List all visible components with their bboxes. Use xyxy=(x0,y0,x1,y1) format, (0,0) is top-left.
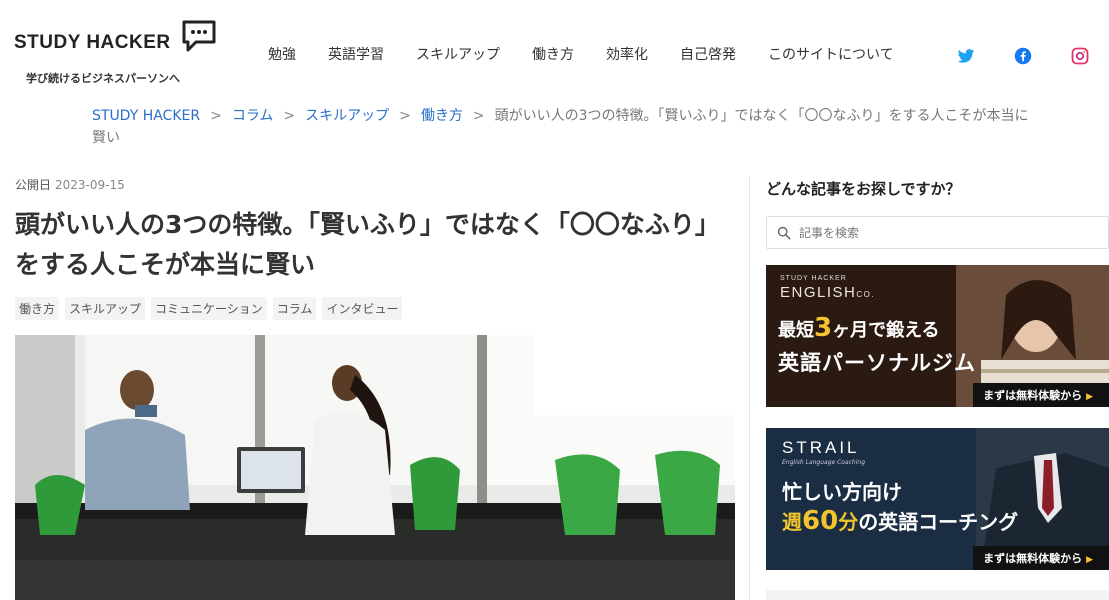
search-icon xyxy=(777,226,791,239)
breadcrumb: STUDY HACKER > コラム > スキルアップ > 働き方 > 頭がいい人の3つの特徴。… xyxy=(92,105,1032,149)
tag-skillup[interactable]: スキルアップ xyxy=(65,297,146,320)
nav-item-study[interactable]: 勉強 xyxy=(268,44,296,64)
instagram-icon[interactable] xyxy=(1070,46,1090,66)
banner1-brand: ENGLISHCO. xyxy=(780,284,876,301)
banner-english-company[interactable]: STUDY HACKER ENGLISHCO. 最短3ヶ月で鍛える 英語パーソナ… xyxy=(766,265,1109,407)
nav-item-about[interactable]: このサイトについて xyxy=(768,44,894,64)
publish-date-label: 公開日 xyxy=(15,178,52,192)
article-title: 頭がいい人の3つの特徴。「賢いふり」ではなく「〇〇なふり」をする人こそが本当に賢… xyxy=(15,210,720,279)
sidebar-heading: どんな記事をお探しですか？ xyxy=(766,180,961,198)
column-divider xyxy=(749,176,750,600)
facebook-icon[interactable] xyxy=(1013,46,1033,66)
nav-item-english[interactable]: 英語学習 xyxy=(328,44,384,64)
banner-strail[interactable]: STRAIL English Language Coaching 忙しい方向け … xyxy=(766,428,1109,570)
tag-interview[interactable]: インタビュー xyxy=(322,297,403,320)
logo-text: STUDY HACKER xyxy=(14,32,171,53)
banner2-headline: 忙しい方向け xyxy=(782,480,902,504)
banner1-cta[interactable]: まずは無料体験から xyxy=(973,383,1109,407)
banner-placeholder[interactable] xyxy=(766,590,1109,600)
article-tags: 働き方 スキルアップ コミュニケーション コラム インタビュー xyxy=(15,297,735,320)
breadcrumb-skillup[interactable]: スキルアップ xyxy=(305,108,389,124)
publish-date-value: 2023-09-15 xyxy=(55,178,125,192)
site-header: STUDY HACKER 学び続けるビジネスパーソンへ 勉強 英語学習 スキルア… xyxy=(0,0,1109,95)
search-box[interactable] xyxy=(766,216,1109,249)
nav-item-efficiency[interactable]: 効率化 xyxy=(606,44,648,64)
banner1-brand-small: STUDY HACKER xyxy=(780,275,847,282)
tag-communication[interactable]: コミュニケーション xyxy=(151,297,267,320)
sidebar: どんな記事をお探しですか？ STUDY HACKER ENGLISHCO. 最短… xyxy=(766,178,1109,600)
breadcrumb-separator: > xyxy=(210,108,222,124)
banner2-subheadline: 週60分の英語コーチング xyxy=(782,506,1019,536)
main-nav: 勉強 英語学習 スキルアップ 働き方 効率化 自己啓発 このサイトについて xyxy=(268,44,894,64)
hero-image xyxy=(15,335,735,600)
breadcrumb-separator: > xyxy=(472,108,485,124)
speech-bubble-icon xyxy=(182,20,216,52)
search-input[interactable] xyxy=(799,225,1099,240)
article-header: 公開日 2023-09-15 頭がいい人の3つの特徴。「賢いふり」ではなく「〇〇な… xyxy=(15,176,735,320)
publish-date: 公開日 2023-09-15 xyxy=(15,176,735,193)
breadcrumb-column[interactable]: コラム xyxy=(232,108,274,124)
tag-column[interactable]: コラム xyxy=(272,297,317,320)
nav-item-self-development[interactable]: 自己啓発 xyxy=(680,44,736,64)
breadcrumb-separator: > xyxy=(283,108,296,124)
breadcrumb-home[interactable]: STUDY HACKER xyxy=(92,108,200,124)
logo-tagline: 学び続けるビジネスパーソンへ xyxy=(26,72,180,85)
breadcrumb-separator: > xyxy=(399,108,411,124)
tag-work-style[interactable]: 働き方 xyxy=(15,297,60,320)
site-logo[interactable]: STUDY HACKER 学び続けるビジネスパーソンへ xyxy=(14,20,224,90)
banner2-subtitle: English Language Coaching xyxy=(782,459,866,466)
banner2-cta[interactable]: まずは無料体験から xyxy=(973,546,1109,570)
nav-item-skillup[interactable]: スキルアップ xyxy=(416,44,500,64)
banner2-brand: STRAIL xyxy=(782,438,860,457)
banner1-subheadline: 英語パーソナルジム xyxy=(778,351,976,375)
nav-item-work-style[interactable]: 働き方 xyxy=(532,44,574,64)
breadcrumb-work-style[interactable]: 働き方 xyxy=(421,108,463,124)
twitter-icon[interactable] xyxy=(956,46,976,66)
banner1-headline: 最短3ヶ月で鍛える xyxy=(778,313,940,343)
